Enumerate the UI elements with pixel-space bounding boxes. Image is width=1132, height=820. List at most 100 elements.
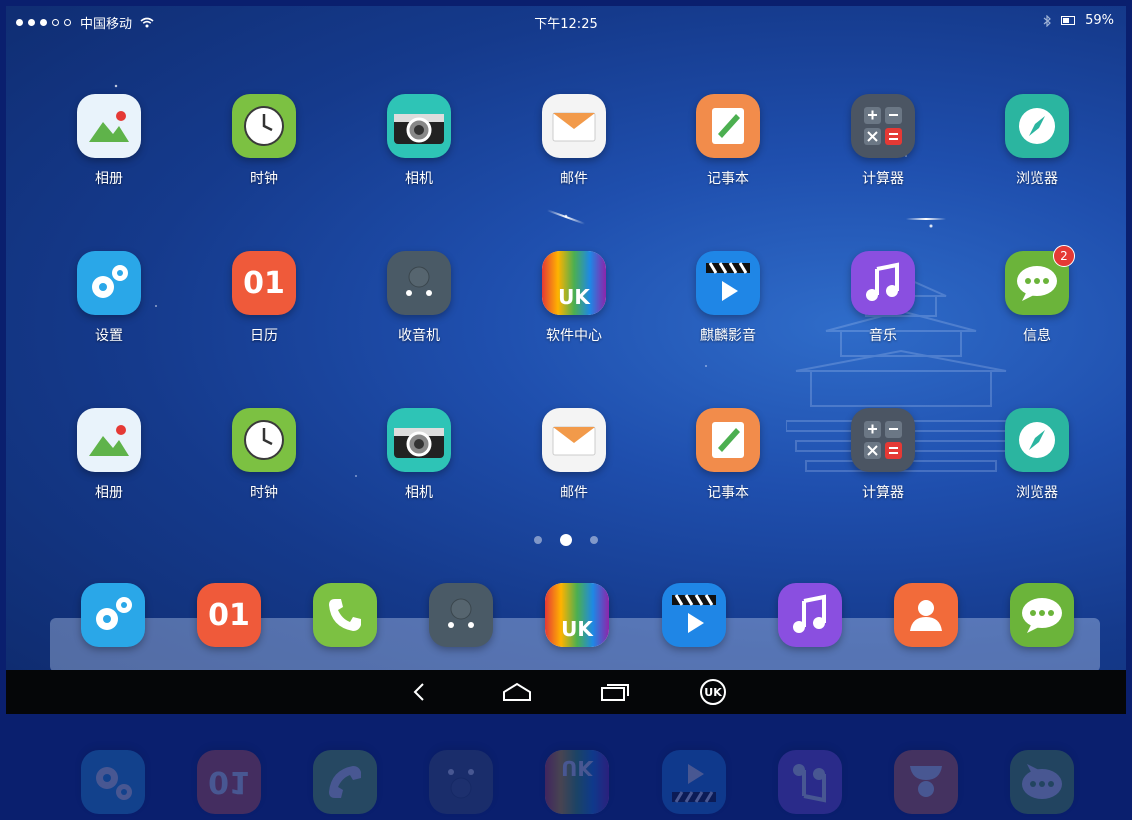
clock: 下午12:25	[534, 17, 598, 32]
messages-icon	[1010, 750, 1074, 814]
app-label: 设置	[95, 328, 123, 344]
app-label: 相机	[405, 485, 433, 501]
app-store-mark: UK	[558, 285, 590, 309]
app-camera[interactable]: 相机	[359, 94, 479, 188]
app-label: 音乐	[869, 328, 897, 344]
app-calculator[interactable]: 计算器	[823, 94, 943, 188]
calendar-icon: 01	[232, 251, 296, 315]
mail-icon	[542, 94, 606, 158]
app-browser[interactable]: 浏览器	[977, 408, 1097, 502]
app-video-player[interactable]: 麒麟影音	[668, 251, 788, 345]
dock-video-player	[634, 750, 754, 814]
app-calculator[interactable]: 计算器	[823, 408, 943, 502]
app-app-store[interactable]: UK 软件中心	[514, 251, 634, 345]
radio-icon	[429, 583, 493, 647]
back-button[interactable]	[401, 677, 437, 707]
app-label: 浏览器	[1016, 485, 1058, 501]
app-store-icon: UK	[545, 583, 609, 647]
dock-radio[interactable]	[401, 583, 521, 647]
app-label: 记事本	[707, 485, 749, 501]
app-messages[interactable]: 2 信息	[977, 245, 1097, 345]
app-label: 时钟	[250, 485, 278, 501]
camera-icon	[387, 408, 451, 472]
messages-icon: 2	[1005, 245, 1075, 315]
settings-icon	[81, 750, 145, 814]
camera-icon	[387, 94, 451, 158]
notepad-icon	[696, 408, 760, 472]
screen-reflection: 01 UK	[6, 714, 1126, 820]
calculator-icon	[851, 408, 915, 472]
app-notepad[interactable]: 记事本	[668, 408, 788, 502]
app-store-mark: UK	[561, 617, 593, 641]
dock-contacts[interactable]	[866, 583, 986, 647]
app-camera[interactable]: 相机	[359, 408, 479, 502]
app-browser[interactable]: 浏览器	[977, 94, 1097, 188]
app-notepad[interactable]: 记事本	[668, 94, 788, 188]
dock-phone[interactable]	[285, 583, 405, 647]
music-icon	[778, 750, 842, 814]
video-player-icon	[662, 750, 726, 814]
uk-logo-icon: UK	[700, 679, 726, 705]
app-label: 浏览器	[1016, 171, 1058, 187]
calendar-icon: 01	[197, 750, 261, 814]
dock-messages[interactable]	[982, 583, 1102, 647]
app-label: 相机	[405, 171, 433, 187]
settings-icon	[81, 583, 145, 647]
dock-calendar: 01	[169, 750, 289, 814]
dock-settings[interactable]	[53, 583, 173, 647]
system-indicators: 59%	[1043, 13, 1114, 28]
uk-logo-button[interactable]: UK	[695, 677, 731, 707]
battery-icon	[1061, 16, 1076, 25]
home-button[interactable]	[499, 677, 535, 707]
browser-icon	[1005, 94, 1069, 158]
music-icon	[778, 583, 842, 647]
dock-app-store: UK	[517, 750, 637, 814]
page-dot[interactable]	[560, 534, 572, 546]
app-music[interactable]: 音乐	[823, 251, 943, 345]
page-dot[interactable]	[590, 536, 598, 544]
app-label: 日历	[250, 328, 278, 344]
app-store-icon: UK	[545, 750, 609, 814]
page-dot[interactable]	[534, 536, 542, 544]
app-label: 相册	[95, 171, 123, 187]
wallpaper-sparkle	[906, 218, 946, 220]
app-label: 麒麟影音	[700, 328, 756, 344]
video-player-icon	[696, 251, 760, 315]
app-calendar[interactable]: 01 日历	[204, 251, 324, 345]
home-icon	[503, 682, 531, 701]
settings-icon	[77, 251, 141, 315]
app-mail[interactable]: 邮件	[514, 408, 634, 502]
gallery-icon	[77, 94, 141, 158]
calendar-date: 01	[243, 265, 285, 301]
navigation-bar: UK	[6, 670, 1126, 714]
app-label: 计算器	[862, 485, 904, 501]
phone-icon	[313, 750, 377, 814]
contacts-icon	[894, 583, 958, 647]
app-store-icon: UK	[542, 251, 606, 315]
dock-calendar[interactable]: 01	[169, 583, 289, 647]
app-label: 邮件	[560, 485, 588, 501]
calendar-date: 01	[208, 597, 250, 633]
dock-music[interactable]	[750, 583, 870, 647]
app-settings[interactable]: 设置	[49, 251, 169, 345]
notification-badge: 2	[1053, 245, 1075, 267]
mail-icon	[542, 408, 606, 472]
app-label: 计算器	[862, 171, 904, 187]
browser-icon	[1005, 408, 1069, 472]
app-label: 邮件	[560, 171, 588, 187]
app-store-mark: UK	[561, 756, 593, 780]
app-clock[interactable]: 时钟	[204, 408, 324, 502]
recents-button[interactable]	[597, 677, 633, 707]
status-bar: 中国移动 下午12:25 59%	[6, 6, 1126, 36]
app-radio[interactable]: 收音机	[359, 251, 479, 345]
app-gallery[interactable]: 相册	[49, 408, 169, 502]
app-mail[interactable]: 邮件	[514, 94, 634, 188]
dock-app-store[interactable]: UK	[517, 583, 637, 647]
notepad-icon	[696, 94, 760, 158]
bluetooth-icon	[1043, 14, 1051, 27]
dock-video-player[interactable]	[634, 583, 754, 647]
app-clock[interactable]: 时钟	[204, 94, 324, 188]
app-gallery[interactable]: 相册	[49, 94, 169, 188]
svg-text:UK: UK	[704, 686, 722, 699]
page-indicator	[6, 534, 1126, 546]
